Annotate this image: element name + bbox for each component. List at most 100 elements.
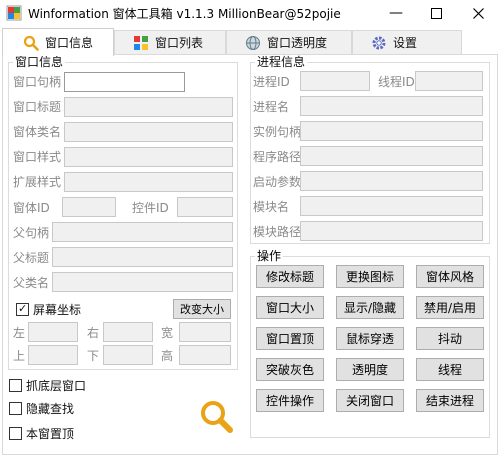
launch-args-field[interactable] bbox=[300, 171, 483, 191]
width-label: 宽 bbox=[161, 326, 174, 340]
close-button[interactable] bbox=[458, 0, 498, 26]
show-hide-button[interactable]: 显示/隐藏 bbox=[336, 296, 404, 319]
instance-handle-label: 实例句柄 bbox=[253, 125, 302, 139]
tab-label: 窗口透明度 bbox=[267, 36, 328, 50]
bottom-label: 下 bbox=[87, 349, 100, 363]
process-id-label: 进程ID bbox=[253, 75, 290, 89]
mouse-passthrough-button[interactable]: 鼠标穿透 bbox=[336, 327, 404, 350]
hide-finder-checkbox[interactable]: 隐藏查找 bbox=[9, 400, 74, 417]
width-field[interactable] bbox=[179, 322, 231, 342]
tab-label: 窗口信息 bbox=[45, 36, 94, 50]
screen-coords-label: 屏幕坐标 bbox=[33, 303, 82, 317]
class-name-label: 窗体类名 bbox=[13, 125, 62, 139]
screen-coords-checkbox[interactable]: 屏幕坐标 bbox=[16, 301, 81, 318]
tab-transparency[interactable]: 窗口透明度 bbox=[226, 30, 352, 54]
thread-button[interactable]: 线程 bbox=[416, 358, 484, 381]
module-name-field[interactable] bbox=[300, 196, 483, 216]
topmost-checkbox[interactable]: 本窗置顶 bbox=[9, 425, 74, 442]
tab-window-info[interactable]: 窗口信息 bbox=[2, 28, 114, 56]
title-label: 窗口标题 bbox=[13, 100, 62, 114]
gear-icon bbox=[372, 36, 386, 49]
bottom-field[interactable] bbox=[103, 345, 153, 365]
right-label: 右 bbox=[87, 326, 100, 340]
module-path-label: 模块路径 bbox=[253, 225, 302, 239]
parent-handle-label: 父句柄 bbox=[13, 226, 50, 240]
style-label: 窗口样式 bbox=[13, 150, 62, 164]
thread-id-field[interactable] bbox=[415, 71, 483, 91]
globe-icon bbox=[246, 35, 260, 50]
window-style-button[interactable]: 窗体风格 bbox=[416, 265, 484, 288]
search-icon bbox=[201, 401, 233, 433]
tab-window-list[interactable]: 窗口列表 bbox=[114, 30, 226, 54]
close-icon bbox=[472, 7, 484, 19]
close-window-button[interactable]: 关闭窗口 bbox=[336, 389, 404, 412]
disable-enable-button[interactable]: 禁用/启用 bbox=[416, 296, 484, 319]
tab-label: 设置 bbox=[393, 36, 418, 50]
height-label: 高 bbox=[161, 349, 174, 363]
handle-field[interactable] bbox=[64, 72, 185, 92]
change-icon-button[interactable]: 更换图标 bbox=[336, 265, 404, 288]
shake-button[interactable]: 抖动 bbox=[416, 327, 484, 350]
maximize-button[interactable] bbox=[416, 0, 456, 26]
window-size-button[interactable]: 窗口大小 bbox=[256, 296, 324, 319]
minimize-icon: — bbox=[389, 5, 403, 21]
group-title: 窗口信息 bbox=[13, 55, 66, 69]
tab-settings[interactable]: 设置 bbox=[352, 30, 462, 54]
window-id-label: 窗体ID bbox=[13, 201, 50, 215]
process-name-field[interactable] bbox=[300, 96, 483, 116]
ex-style-field[interactable] bbox=[64, 172, 233, 192]
control-id-field[interactable] bbox=[177, 197, 233, 217]
parent-title-field[interactable] bbox=[52, 247, 233, 267]
style-field[interactable] bbox=[64, 147, 233, 167]
capture-bottom-checkbox[interactable]: 抓底层窗口 bbox=[9, 377, 86, 394]
checkbox-icon bbox=[9, 402, 22, 415]
checkbox-icon bbox=[9, 379, 22, 392]
parent-handle-field[interactable] bbox=[52, 222, 233, 242]
parent-class-field[interactable] bbox=[52, 272, 233, 292]
break-gray-button[interactable]: 突破灰色 bbox=[256, 358, 324, 381]
maximize-icon bbox=[430, 7, 442, 19]
program-path-label: 程序路径 bbox=[253, 150, 302, 164]
window-title: Winformation 窗体工具箱 v1.1.3 MillionBear@52… bbox=[28, 7, 341, 21]
process-name-label: 进程名 bbox=[253, 100, 290, 114]
parent-class-label: 父类名 bbox=[13, 276, 50, 290]
group-title: 操作 bbox=[255, 249, 284, 263]
top-label: 上 bbox=[13, 349, 26, 363]
finder-tool[interactable] bbox=[198, 398, 234, 434]
handle-label: 窗口句柄 bbox=[13, 75, 62, 89]
resize-button[interactable]: 改变大小 bbox=[173, 299, 231, 319]
topmost-label: 本窗置顶 bbox=[26, 427, 75, 441]
module-path-field[interactable] bbox=[300, 221, 483, 241]
parent-title-label: 父标题 bbox=[13, 251, 50, 265]
checkbox-icon bbox=[9, 427, 22, 440]
ex-style-label: 扩展样式 bbox=[13, 175, 62, 189]
tab-label: 窗口列表 bbox=[155, 36, 204, 50]
hide-finder-label: 隐藏查找 bbox=[26, 402, 75, 416]
left-label: 左 bbox=[13, 326, 26, 340]
control-id-label: 控件ID bbox=[132, 201, 169, 215]
search-icon bbox=[23, 35, 39, 51]
capture-bottom-label: 抓底层窗口 bbox=[26, 379, 87, 393]
instance-handle-field[interactable] bbox=[300, 121, 483, 141]
transparency-button[interactable]: 透明度 bbox=[336, 358, 404, 381]
left-field[interactable] bbox=[28, 322, 78, 342]
top-field[interactable] bbox=[28, 345, 78, 365]
modify-title-button[interactable]: 修改标题 bbox=[256, 265, 324, 288]
group-title: 进程信息 bbox=[255, 55, 308, 69]
grid-icon bbox=[134, 35, 148, 50]
minimize-button[interactable]: — bbox=[376, 0, 416, 26]
right-field[interactable] bbox=[103, 322, 153, 342]
thread-id-label: 线程ID bbox=[378, 75, 415, 89]
checkbox-checked-icon bbox=[16, 303, 29, 316]
window-id-field[interactable] bbox=[62, 197, 116, 217]
control-ops-button[interactable]: 控件操作 bbox=[256, 389, 324, 412]
launch-args-label: 启动参数 bbox=[253, 175, 302, 189]
title-bar: Winformation 窗体工具箱 v1.1.3 MillionBear@52… bbox=[0, 0, 500, 26]
class-name-field[interactable] bbox=[64, 122, 233, 142]
title-field[interactable] bbox=[64, 97, 233, 117]
height-field[interactable] bbox=[179, 345, 231, 365]
end-process-button[interactable]: 结束进程 bbox=[416, 389, 484, 412]
window-topmost-button[interactable]: 窗口置顶 bbox=[256, 327, 324, 350]
process-id-field[interactable] bbox=[300, 71, 370, 91]
program-path-field[interactable] bbox=[300, 146, 483, 166]
